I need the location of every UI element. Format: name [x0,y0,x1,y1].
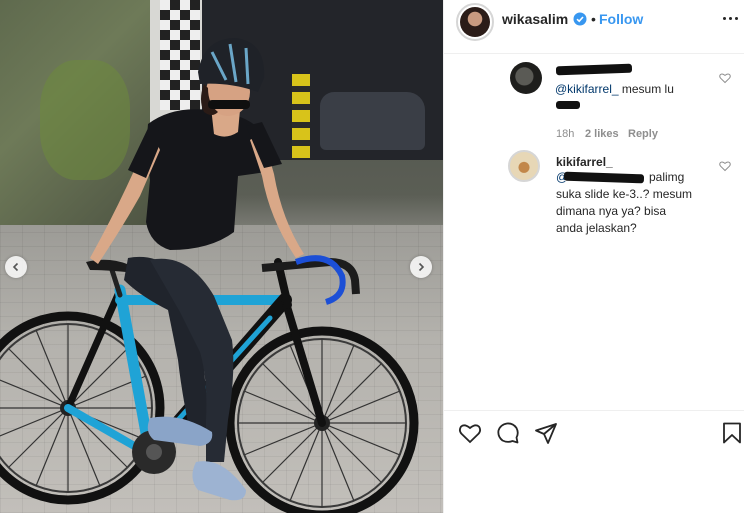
comment-bubble-icon[interactable] [496,421,520,445]
commenter-avatar[interactable] [510,62,542,94]
chevron-right-icon [418,262,425,272]
previous-slide-button[interactable] [5,256,27,278]
username-link[interactable]: wikasalim [502,11,568,27]
comment-time[interactable]: 18h [556,128,574,140]
comments-list: @kikifarrel_ mesum lu 18h 2 likes Reply … [444,55,744,410]
post-side-panel: wikasalim • Follow @kikifarrel_ mesum lu… [443,0,744,513]
commenter-avatar[interactable] [508,150,540,182]
follow-button[interactable]: Follow [599,11,643,27]
next-slide-button[interactable] [410,256,432,278]
separator-dot: • [591,11,596,27]
post-photo[interactable] [0,0,443,513]
comment-text: suka slide ke-3..? mesum [556,187,693,201]
heart-icon[interactable] [719,72,731,84]
heart-icon[interactable] [458,421,482,445]
verified-badge-icon [573,12,587,26]
post-actions-bar [444,410,744,513]
paper-plane-icon[interactable] [534,421,558,445]
comment-text: palimg [649,170,685,184]
comment-author[interactable]: kikifarrel_ [556,155,613,169]
chevron-left-icon [12,262,19,272]
more-options-icon[interactable] [723,13,739,25]
redaction-scribble [555,63,633,76]
heart-icon[interactable] [719,160,731,172]
comment-likes[interactable]: 2 likes [585,128,619,140]
avatar-image [460,7,490,37]
cyclist-illustration [0,38,419,513]
profile-avatar[interactable] [456,3,494,41]
bookmark-icon[interactable] [720,421,744,445]
comment-text: @kikifarrel_ mesum lu [555,82,674,96]
saddle [86,259,132,272]
mention-link[interactable]: @kikifarrel_ [555,82,619,96]
comment-text: dimana nya ya? bisa [556,204,667,218]
post-header: wikasalim • Follow [444,0,744,54]
comment-text: anda jelaskan? [556,221,637,235]
redaction-scribble [556,101,580,109]
redaction-scribble [563,171,645,184]
reply-button[interactable]: Reply [628,128,658,140]
